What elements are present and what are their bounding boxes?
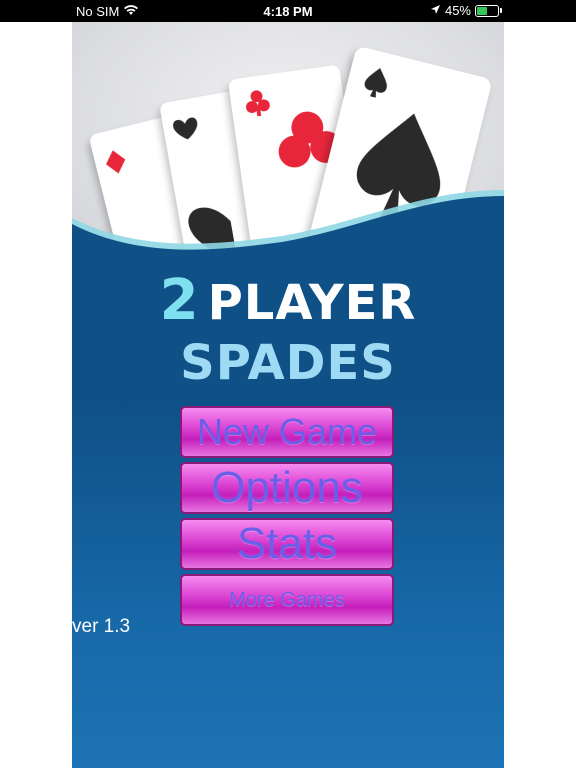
options-button[interactable]: Options [180,462,394,514]
main-menu: New Game Options Stats More Games [180,406,396,630]
game-title: 2 PLAYER SPADES [72,272,504,392]
battery-cap-icon [500,8,502,13]
new-game-button[interactable]: New Game [180,406,394,458]
title-player: PLAYER [207,275,417,331]
status-bar: No SIM 4:18 PM 45% [0,0,576,22]
cards-illustration [72,47,504,282]
game-screen: 2 PLAYER SPADES New Game Options Stats Mo… [72,22,504,768]
location-arrow-icon [430,3,441,18]
battery-icon [475,4,499,17]
status-right: 45% [430,3,502,18]
more-games-button[interactable]: More Games [180,574,394,626]
battery-percent: 45% [444,3,471,18]
stats-button[interactable]: Stats [180,518,394,570]
title-number: 2 [159,268,200,333]
title-spades: SPADES [180,335,396,391]
version-label: ver 1.3 [72,616,131,637]
